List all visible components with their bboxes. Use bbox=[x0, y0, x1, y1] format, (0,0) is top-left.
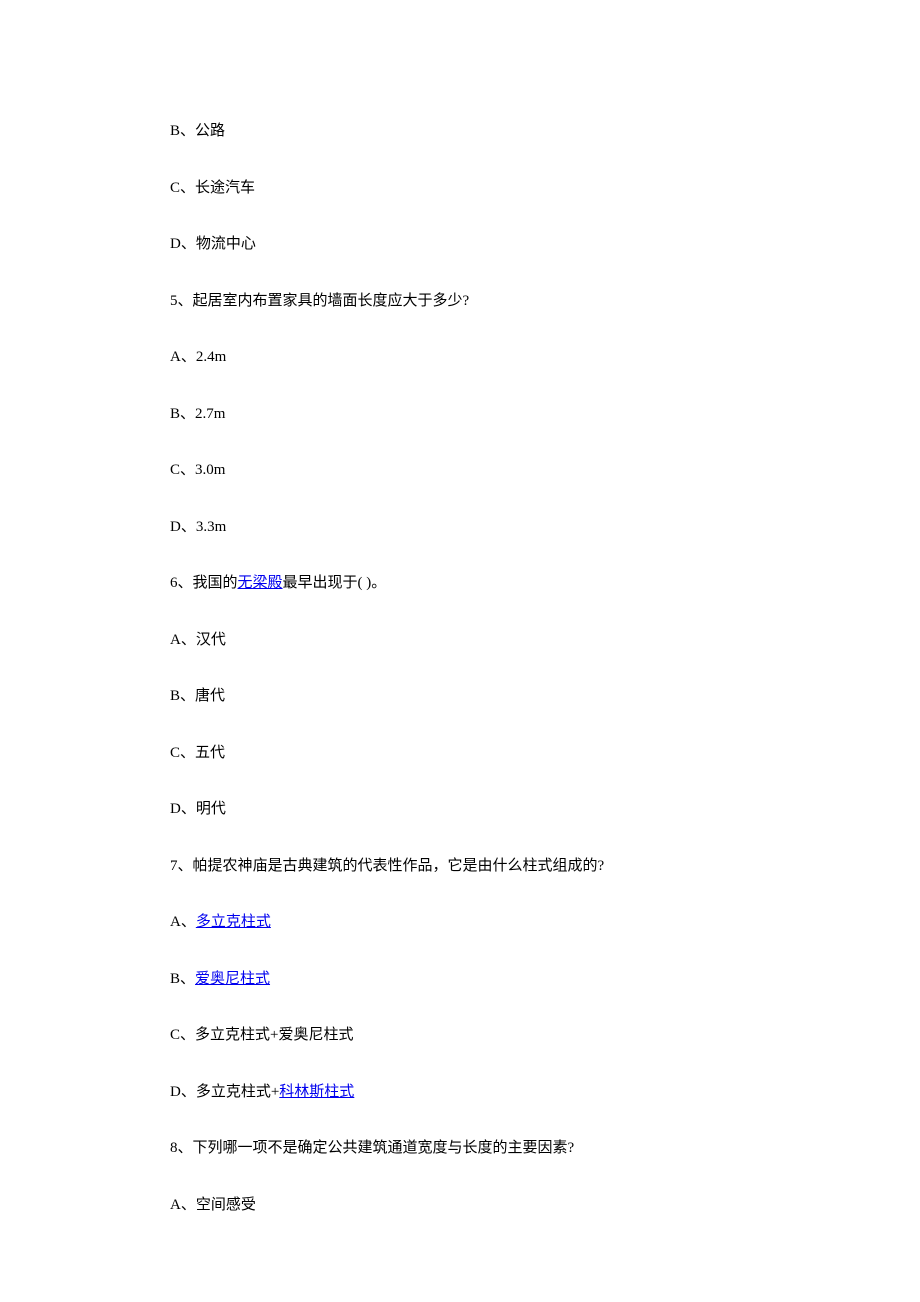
option-line: D、明代 bbox=[170, 798, 750, 821]
hyperlink-wuliangdian[interactable]: 无梁殿 bbox=[238, 575, 283, 591]
option-line: C、五代 bbox=[170, 742, 750, 765]
question-text: 7、帕提农神庙是古典建筑的代表性作品，它是由什么柱式组成的? bbox=[170, 858, 604, 874]
option-prefix: A、 bbox=[170, 1197, 196, 1213]
question-text-before: 6、我国的 bbox=[170, 575, 238, 591]
option-text: 汉代 bbox=[196, 632, 226, 648]
option-prefix: A、 bbox=[170, 349, 196, 365]
question-line: 7、帕提农神庙是古典建筑的代表性作品，它是由什么柱式组成的? bbox=[170, 855, 750, 878]
option-line: B、公路 bbox=[170, 120, 750, 143]
option-text: 五代 bbox=[195, 745, 225, 761]
option-text: 3.0m bbox=[195, 462, 225, 478]
option-line: C、长途汽车 bbox=[170, 177, 750, 200]
option-prefix: B、 bbox=[170, 688, 195, 704]
question-text: 8、下列哪一项不是确定公共建筑通道宽度与长度的主要因素? bbox=[170, 1140, 574, 1156]
option-prefix: B、 bbox=[170, 971, 195, 987]
hyperlink-ionic[interactable]: 爱奥尼柱式 bbox=[195, 971, 270, 987]
document-page: B、公路 C、长途汽车 D、物流中心 5、起居室内布置家具的墙面长度应大于多少?… bbox=[0, 0, 920, 1290]
option-text: 唐代 bbox=[195, 688, 225, 704]
option-text: 多立克柱式+爱奥尼柱式 bbox=[195, 1027, 353, 1043]
option-prefix: A、 bbox=[170, 914, 196, 930]
option-prefix: D、多立克柱式+ bbox=[170, 1084, 279, 1100]
option-line: A、多立克柱式 bbox=[170, 911, 750, 934]
option-prefix: D、 bbox=[170, 519, 196, 535]
option-text: 明代 bbox=[196, 801, 226, 817]
hyperlink-doric[interactable]: 多立克柱式 bbox=[196, 914, 271, 930]
option-line: B、2.7m bbox=[170, 403, 750, 426]
option-text: 2.7m bbox=[195, 406, 225, 422]
option-text: 空间感受 bbox=[196, 1197, 256, 1213]
option-text: 3.3m bbox=[196, 519, 226, 535]
option-prefix: C、 bbox=[170, 462, 195, 478]
option-line: C、3.0m bbox=[170, 459, 750, 482]
option-text: 2.4m bbox=[196, 349, 226, 365]
question-text-after: 最早出现于( )。 bbox=[283, 575, 387, 591]
option-line: C、多立克柱式+爱奥尼柱式 bbox=[170, 1024, 750, 1047]
option-line: B、唐代 bbox=[170, 685, 750, 708]
option-prefix: B、 bbox=[170, 123, 195, 139]
option-prefix: B、 bbox=[170, 406, 195, 422]
question-line: 6、我国的无梁殿最早出现于( )。 bbox=[170, 572, 750, 595]
option-line: B、爱奥尼柱式 bbox=[170, 968, 750, 991]
option-prefix: C、 bbox=[170, 180, 195, 196]
option-line: D、3.3m bbox=[170, 516, 750, 539]
option-text: 物流中心 bbox=[196, 236, 256, 252]
question-text: 5、起居室内布置家具的墙面长度应大于多少? bbox=[170, 293, 469, 309]
option-text: 长途汽车 bbox=[195, 180, 255, 196]
option-line: D、物流中心 bbox=[170, 233, 750, 256]
option-line: A、汉代 bbox=[170, 629, 750, 652]
option-prefix: A、 bbox=[170, 632, 196, 648]
option-prefix: D、 bbox=[170, 236, 196, 252]
hyperlink-corinthian[interactable]: 科林斯柱式 bbox=[279, 1084, 354, 1100]
option-prefix: D、 bbox=[170, 801, 196, 817]
option-line: A、空间感受 bbox=[170, 1194, 750, 1217]
option-line: D、多立克柱式+科林斯柱式 bbox=[170, 1081, 750, 1104]
option-text: 公路 bbox=[195, 123, 225, 139]
option-line: A、2.4m bbox=[170, 346, 750, 369]
question-line: 5、起居室内布置家具的墙面长度应大于多少? bbox=[170, 290, 750, 313]
option-prefix: C、 bbox=[170, 1027, 195, 1043]
question-line: 8、下列哪一项不是确定公共建筑通道宽度与长度的主要因素? bbox=[170, 1137, 750, 1160]
option-prefix: C、 bbox=[170, 745, 195, 761]
